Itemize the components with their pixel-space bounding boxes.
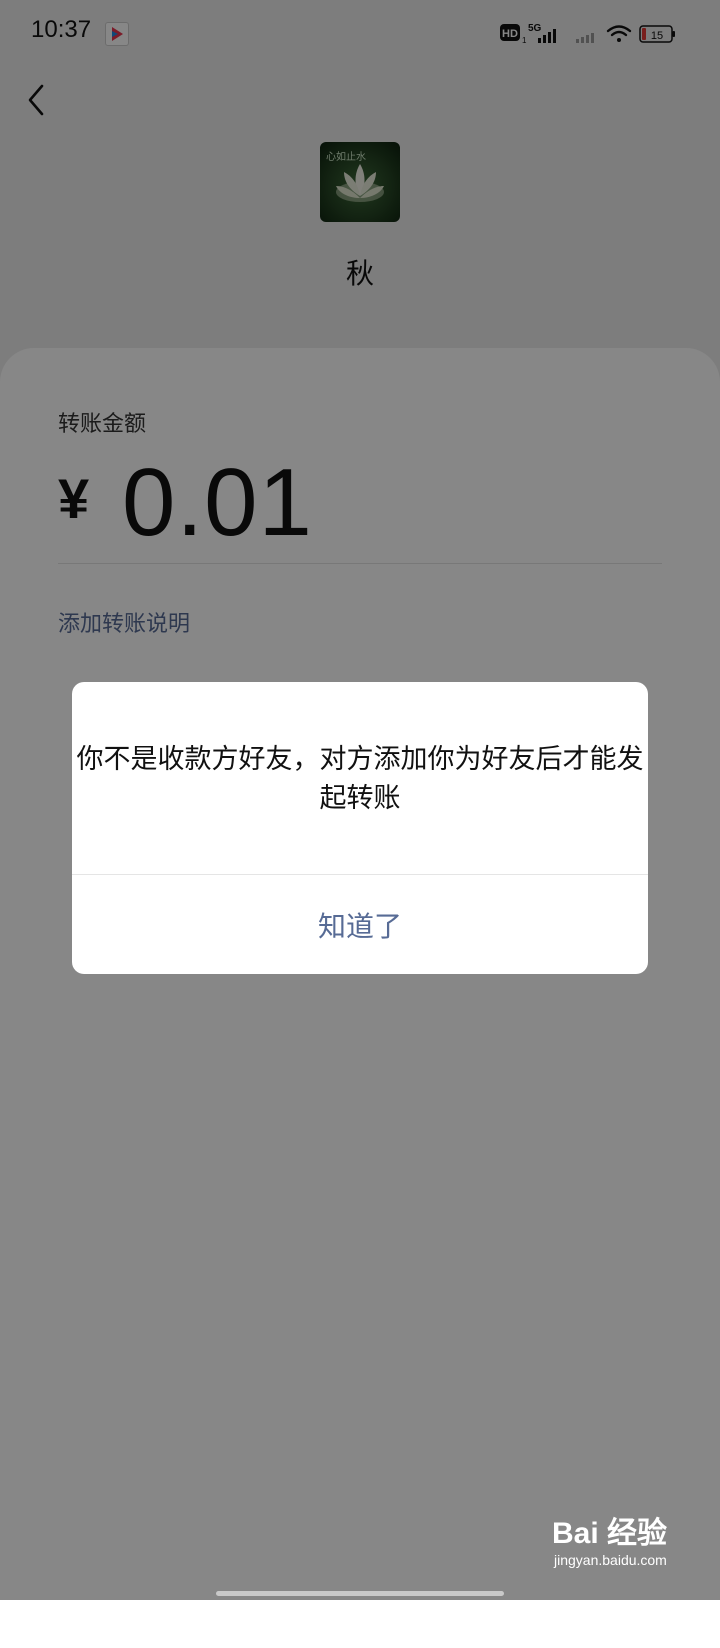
home-indicator[interactable] (216, 1591, 504, 1596)
baidu-watermark: Bai 经验 jingyan.baidu.com (552, 1508, 667, 1568)
watermark-logo: Bai 经验 (552, 1517, 668, 1550)
dialog-message: 你不是收款方好友，对方添加你为好友后才能发起转账 (76, 744, 644, 814)
got-it-button[interactable]: 知道了 (72, 875, 648, 974)
alert-dialog: 你不是收款方好友，对方添加你为好友后才能发起转账 知道了 (72, 682, 648, 974)
watermark-url: jingyan.baidu.com (554, 1552, 667, 1568)
